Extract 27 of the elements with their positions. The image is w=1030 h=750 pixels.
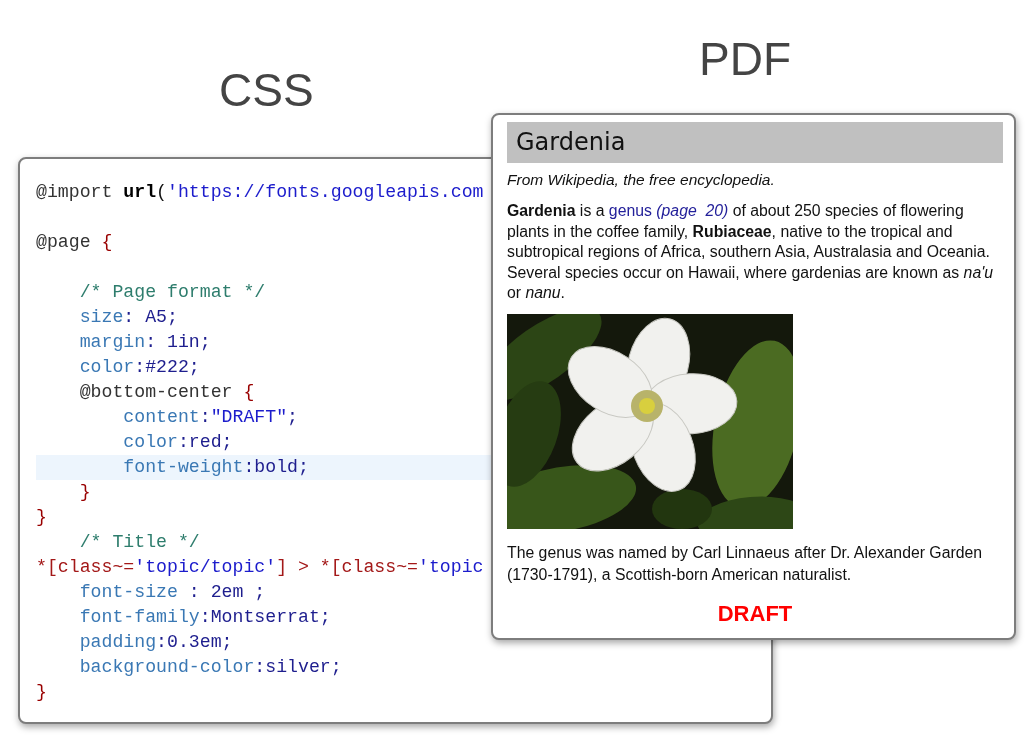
code-line: @page { <box>36 231 113 254</box>
code-line: background-color:silver; <box>79 656 342 679</box>
panel-heading: CSS <box>219 67 314 113</box>
code-line: *[class~='topic/topic'] > *[class~='topic <box>36 556 484 579</box>
article-paragraph: Gardenia is a genus (page 20) of about 250 species of flowering plants in the coffee family, Rubiaceae, native to the tropical and subtropical regions of Africa, southern Asia, Australasia and Oceania. Several species occur on Hawaii, where gardenias are known as na'u or nanu. <box>507 201 994 303</box>
code-line: } <box>79 481 91 504</box>
code-line: @import url('https://fonts.googleapis.com <box>36 181 484 204</box>
code-line: font-weight:bold; <box>123 456 309 479</box>
article-subtitle: From Wikipedia, the free encyclopedia. <box>507 170 776 190</box>
genus-link[interactable]: genus (page 20) <box>608 202 729 219</box>
code-line: @bottom-center { <box>79 381 255 404</box>
code-line: color:red; <box>123 431 233 454</box>
code-line: content:"DRAFT"; <box>123 406 298 429</box>
code-line: font-size : 2em ; <box>79 581 266 604</box>
code-line: color:#222; <box>79 356 200 379</box>
draft-footer: DRAFT <box>507 600 1003 627</box>
code-line: padding:0.3em; <box>79 631 233 654</box>
panel-heading: PDF <box>699 36 791 82</box>
code-line: /* Title */ <box>79 531 200 554</box>
code-line: margin: 1in; <box>79 331 211 354</box>
article-paragraph: The genus was named by Carl Linnaeus after Dr. Alexander Garden (1730-1791), a Scottish-born American naturalist. <box>507 542 984 585</box>
code-line: } <box>36 506 47 529</box>
code-line: /* Page format */ <box>79 281 266 304</box>
code-line: size: A5; <box>79 306 178 329</box>
code-line: } <box>36 681 47 704</box>
code-line: font-family:Montserrat; <box>79 606 331 629</box>
article-title: Gardenia <box>507 122 1003 163</box>
